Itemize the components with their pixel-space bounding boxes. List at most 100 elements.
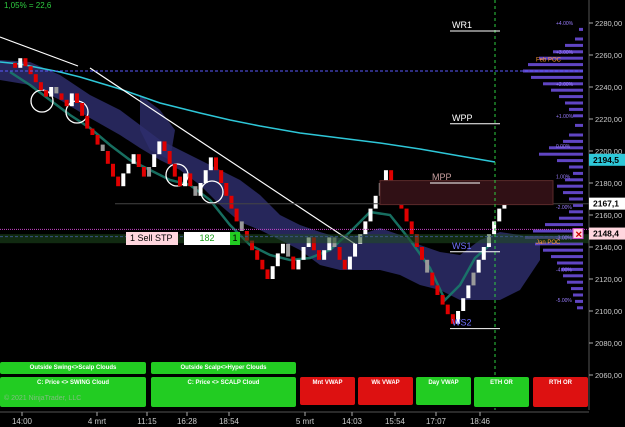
renko-brick — [481, 247, 486, 260]
profile-bar — [577, 306, 583, 310]
pct-label: +1.00% — [556, 114, 574, 120]
order-bar[interactable]: 1 Sell STP 182 1 — [126, 232, 240, 245]
x-tick-label: 4 mrt — [88, 417, 107, 426]
renko-brick — [435, 285, 440, 295]
pct-label: -3.00% — [556, 235, 572, 241]
profile-bar — [559, 95, 583, 99]
x-tick-label: 15:54 — [385, 417, 406, 426]
renko-brick — [373, 195, 378, 209]
profile-bar — [573, 171, 583, 175]
renko-brick — [203, 170, 208, 183]
order-band — [0, 234, 589, 244]
y-tick-label: 2100,00 — [595, 307, 622, 316]
renko-brick — [183, 173, 188, 187]
pct-label: +4.00% — [556, 21, 574, 27]
y-tick-label: 2280,00 — [595, 19, 622, 28]
renko-brick — [167, 151, 172, 164]
level-label-ws2: WS2 — [452, 318, 472, 328]
renko-brick — [111, 163, 115, 177]
profile-bar — [569, 107, 583, 111]
renko-brick — [100, 144, 105, 151]
pct-label: 1.00% — [556, 175, 571, 181]
outside-scalp-hyper-button[interactable]: Outside Scalp<>Hyper Clouds — [151, 362, 296, 374]
renko-brick — [208, 157, 213, 171]
x-tick-label: 14:03 — [342, 417, 363, 426]
renko-brick — [177, 176, 182, 187]
profile-bar — [569, 197, 583, 201]
rth-or-button[interactable]: RTH OR — [533, 377, 588, 407]
price-swing-cloud-button[interactable]: C: Price <> SWING Cloud — [0, 377, 146, 407]
renko-brick — [286, 243, 291, 257]
y-tick-label: 2180,00 — [595, 179, 622, 188]
renko-brick — [85, 115, 90, 129]
time-axis: 14:00 4 mrt 11:15 16:28 18:54 5 mrt 14:03 15:54… — [0, 411, 589, 426]
y-tick-label: 2140,00 — [595, 243, 622, 252]
profile-bar — [551, 88, 583, 92]
y-tick-label: 2080,00 — [595, 339, 622, 348]
profile-bar — [565, 101, 583, 105]
y-tick-label: 2240,00 — [595, 83, 622, 92]
renko-brick — [270, 266, 275, 279]
profile-bar — [559, 216, 583, 220]
eth-or-button[interactable]: ETH OR — [474, 377, 529, 407]
renko-brick — [471, 272, 476, 286]
pct-label: -4.00% — [556, 267, 572, 273]
renko-brick — [265, 269, 270, 279]
renko-brick — [497, 208, 502, 222]
renko-brick — [363, 221, 368, 235]
mpp-zone — [379, 180, 554, 206]
price-scalp-cloud-button[interactable]: C: Price <> SCALP Cloud — [151, 377, 296, 407]
feb-poc-label: Feb POC — [536, 57, 562, 63]
renko-brick — [28, 66, 33, 75]
renko-brick — [476, 259, 481, 273]
profile-bar — [563, 191, 583, 195]
renko-brick — [317, 250, 321, 260]
scalp-cloud — [0, 60, 540, 300]
renko-brick — [157, 141, 162, 155]
y-tick-label: 2220,00 — [595, 115, 622, 124]
profile-bar — [539, 152, 583, 156]
profile-bar — [573, 293, 583, 297]
wk-vwap-button[interactable]: Wk VWAP — [358, 377, 413, 405]
profile-bar — [579, 27, 583, 31]
pct-label: +3.00% — [556, 50, 574, 56]
order-label[interactable]: 1 Sell STP — [126, 232, 178, 245]
outside-swing-scalp-button[interactable]: Outside Swing<>Scalp Clouds — [0, 362, 146, 374]
mnt-vwap-button[interactable]: Mnt VWAP — [300, 377, 355, 405]
renko-brick — [342, 259, 347, 270]
current-price-tag: 2167,1 — [593, 199, 619, 209]
renko-brick — [121, 173, 126, 187]
order-qty[interactable]: 182 — [184, 232, 230, 245]
renko-brick — [188, 173, 193, 187]
renko-brick — [337, 247, 342, 260]
vwap-line — [0, 61, 496, 163]
renko-brick — [136, 154, 141, 167]
x-tick-label: 14:00 — [12, 417, 33, 426]
renko-brick — [49, 87, 54, 97]
order-count[interactable]: 1 — [230, 232, 240, 245]
renko-brick — [74, 93, 79, 103]
renko-brick — [131, 154, 136, 164]
renko-brick — [409, 221, 414, 235]
renko-brick — [33, 74, 38, 83]
profile-bar — [528, 63, 583, 67]
profile-bar — [575, 123, 583, 127]
renko-brick — [440, 295, 445, 305]
renko-brick — [38, 82, 43, 91]
renko-brick — [301, 247, 306, 260]
renko-brick — [445, 304, 450, 315]
renko-brick — [90, 128, 95, 135]
day-vwap-button[interactable]: Day VWAP — [416, 377, 471, 405]
y-tick-label: 2120,00 — [595, 275, 622, 284]
order-close-icon[interactable]: ✕ — [575, 230, 583, 240]
vwap-price-tag: 2194,5 — [593, 155, 619, 165]
renko-brick — [126, 163, 131, 174]
renko-brick — [353, 243, 358, 257]
renko-brick — [105, 151, 110, 164]
header-info: 1,05% = 22,6 — [4, 1, 52, 10]
profile-bar — [557, 261, 583, 265]
renko-brick — [234, 208, 239, 222]
renko-brick — [18, 58, 23, 68]
renko-brick — [219, 170, 224, 183]
renko-brick — [69, 93, 74, 107]
